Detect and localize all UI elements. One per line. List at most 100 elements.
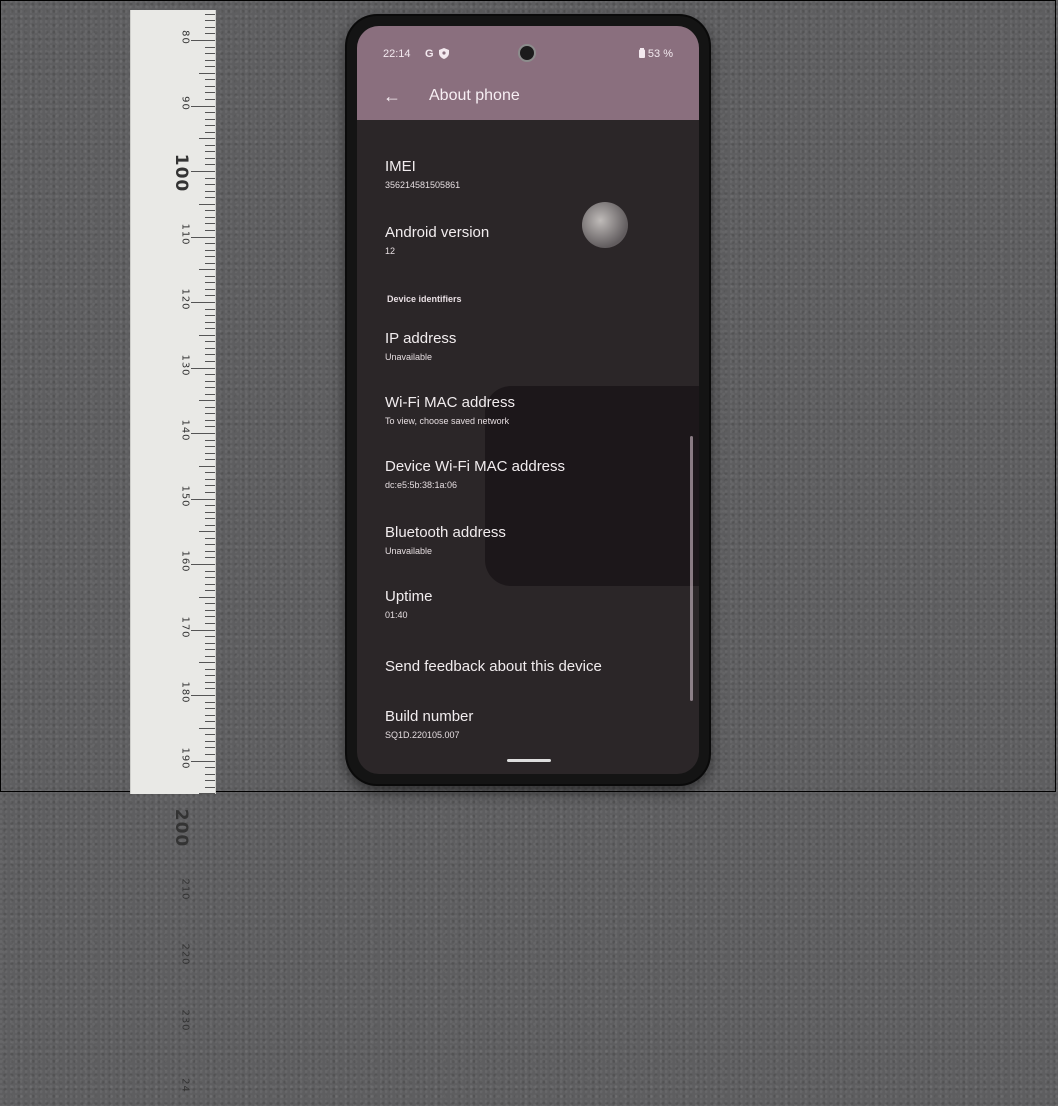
ruler-tick: [199, 596, 215, 598]
ruler-tick: [191, 171, 215, 172]
item-subtitle: 01:40: [385, 610, 408, 620]
section-header: Device identifiers: [387, 294, 462, 304]
ruler-label: 24: [179, 1078, 191, 1093]
ruler-tick: [199, 531, 215, 533]
ruler-label: 100: [171, 153, 191, 193]
ruler-tick: [205, 157, 215, 159]
status-time: 22:14: [383, 48, 411, 60]
ruler-tick: [205, 308, 215, 310]
shield-icon: [439, 48, 449, 62]
ruler-tick: [205, 33, 215, 35]
ruler-tick: [205, 98, 215, 100]
ruler-tick: [205, 341, 215, 343]
ruler-tick: [205, 210, 215, 212]
list-item-uptime[interactable]: Uptime 01:40: [385, 588, 433, 620]
ruler-tick: [205, 413, 215, 415]
ruler-tick: [191, 760, 215, 762]
camera-reflection: [582, 202, 628, 248]
ruler-tick: [205, 616, 215, 618]
ruler-tick: [205, 59, 215, 61]
list-item-wifi-mac[interactable]: Wi-Fi MAC address To view, choose saved …: [385, 394, 515, 426]
ruler-tick: [205, 275, 215, 277]
ruler-tick: [205, 773, 215, 775]
list-item-build-number[interactable]: Build number SQ1D.220105.007: [385, 708, 473, 740]
ruler-tick: [205, 478, 215, 480]
ruler-tick: [205, 13, 215, 15]
ruler-tick: [205, 714, 215, 716]
ruler-tick: [199, 203, 215, 205]
ruler-tick: [205, 786, 215, 788]
list-item-bluetooth-address[interactable]: Bluetooth address Unavailable: [385, 524, 506, 556]
ruler-tick: [205, 216, 215, 218]
list-item-android-version[interactable]: Android version 12: [385, 224, 489, 256]
ruler-tick: [205, 550, 215, 552]
ruler-tick: [205, 92, 215, 94]
ruler-tick: [205, 505, 215, 507]
ruler-tick: [205, 655, 215, 657]
ruler-tick: [205, 315, 215, 317]
ruler-label: 210: [179, 877, 191, 901]
ruler-tick: [205, 583, 215, 585]
ruler-label: 180: [179, 681, 191, 704]
battery-level: 53 %: [647, 48, 673, 60]
ruler-tick: [205, 537, 215, 539]
gesture-navigation-bar[interactable]: [507, 759, 551, 762]
item-title: Bluetooth address: [385, 524, 506, 541]
ruler-tick: [205, 681, 215, 683]
ruler-tick: [205, 511, 215, 513]
scrollbar[interactable]: [690, 436, 693, 701]
measuring-ruler: 80 90 100 110 120 130 140 150 160 170 180 190 200 210…: [130, 10, 216, 1093]
ruler-tick: [199, 72, 215, 74]
ruler-tick: [205, 118, 215, 120]
ruler-tick: [205, 79, 215, 81]
ruler-tick: [191, 629, 215, 631]
ruler-tick: [205, 649, 215, 651]
ruler-label: 170: [179, 615, 191, 639]
camera-icon: [518, 44, 536, 62]
ruler-label: 150: [179, 484, 191, 508]
ruler-tick: [205, 439, 215, 441]
ruler-label: 80: [179, 30, 191, 45]
ruler-tick: [205, 360, 215, 362]
ruler-tick: [205, 668, 215, 670]
ruler-label: 160: [179, 550, 191, 573]
ruler-tick: [205, 190, 215, 192]
ruler-tick: [205, 46, 215, 48]
list-item-ip-address[interactable]: IP address Unavailable: [385, 330, 456, 362]
ruler-tick: [205, 20, 215, 22]
ruler-tick: [205, 164, 215, 166]
ruler-tick: [205, 229, 215, 231]
item-title: Device Wi-Fi MAC address: [385, 458, 566, 475]
ruler-tick: [205, 26, 215, 28]
ruler-tick: [199, 400, 215, 402]
ruler-tick: [191, 105, 215, 107]
item-title: Android version: [385, 224, 490, 241]
ruler-tick: [205, 544, 215, 546]
google-icon: G: [425, 48, 434, 60]
item-subtitle: dc:e5:5b:38:1a:06: [385, 480, 458, 490]
ruler-tick: [205, 557, 215, 559]
ruler-tick: [205, 387, 215, 389]
ruler-tick: [205, 288, 215, 290]
ruler-tick: [199, 662, 215, 664]
ruler-tick: [205, 642, 215, 644]
ruler-label: 120: [179, 288, 191, 311]
item-title: Wi-Fi MAC address: [385, 394, 516, 411]
list-item-imei[interactable]: IMEI 356214581505861: [385, 158, 460, 190]
ruler-label: 140: [179, 419, 191, 442]
ruler-tick: [205, 85, 215, 87]
page-title: About phone: [429, 87, 520, 104]
ruler-tick: [205, 780, 215, 782]
ruler-tick: [191, 367, 215, 369]
ruler-tick: [205, 321, 215, 323]
item-subtitle: 12: [385, 246, 396, 256]
ruler-tick: [205, 354, 215, 356]
back-arrow-icon[interactable]: ←: [383, 86, 401, 107]
ruler-tick: [205, 721, 215, 723]
ruler-tick: [205, 524, 215, 526]
list-item-send-feedback[interactable]: Send feedback about this device: [385, 658, 602, 675]
ruler-tick: [205, 144, 215, 146]
ruler-tick: [205, 747, 215, 749]
ruler-tick: [205, 491, 215, 493]
list-item-device-wifi-mac[interactable]: Device Wi-Fi MAC address dc:e5:5b:38:1a:…: [385, 458, 565, 490]
